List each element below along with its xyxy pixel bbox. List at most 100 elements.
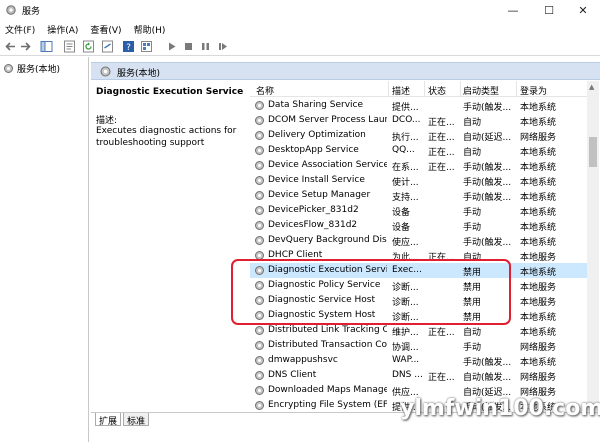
column-header-name[interactable]: 名称 <box>256 84 274 97</box>
service-startup-type: 自动 <box>463 328 482 338</box>
service-name: Downloaded Maps Manager <box>268 385 387 395</box>
menu-help[interactable]: 帮助(H) <box>129 23 166 36</box>
help-icon[interactable]: ? <box>122 40 135 53</box>
service-description: 在系... <box>392 163 419 173</box>
service-row[interactable]: DCOM Server Process Laun... DCO... 正在... 自动… <box>250 113 587 128</box>
main-header-title: 服务(本地) <box>117 69 161 79</box>
column-header-status[interactable]: 状态 <box>428 84 446 97</box>
service-name: Data Sharing Service <box>268 100 364 110</box>
service-log-on-as: 本地系统 <box>520 163 557 173</box>
menu-view[interactable]: 查看(V) <box>85 23 121 36</box>
services-app-icon <box>6 5 16 15</box>
service-status: 正在... <box>428 328 455 338</box>
service-gear-icon <box>255 356 264 365</box>
service-row[interactable]: Device Install Service 使计... 手动(触发... 本地系统 <box>250 173 587 188</box>
stop-service-icon[interactable] <box>182 40 195 53</box>
service-startup-type: 手动(触发... <box>463 163 512 173</box>
service-row[interactable]: Device Association Service 在系... 正在... 手动(触… <box>250 158 587 173</box>
service-name: DHCP Client <box>268 250 323 260</box>
forward-arrow-icon[interactable] <box>19 40 32 53</box>
service-row[interactable]: Data Sharing Service 提供... 手动(触发... 本地系统 <box>250 98 587 113</box>
column-divider[interactable] <box>424 81 425 97</box>
service-description: 为此... <box>392 253 419 263</box>
column-divider[interactable] <box>388 81 389 97</box>
sort-ascending-icon: ⌃ <box>317 81 325 87</box>
scrollbar-thumb[interactable] <box>589 137 597 167</box>
description-pane: Diagnostic Execution Service 描述: Execute… <box>91 81 249 411</box>
svg-text:?: ? <box>126 43 131 53</box>
service-row[interactable]: Diagnostic System Host 诊断... 禁用 本地系统 <box>250 308 587 323</box>
column-divider[interactable] <box>516 81 517 97</box>
service-description: Exec... <box>392 265 422 275</box>
service-gear-icon <box>255 161 264 170</box>
service-row[interactable]: Diagnostic Execution Service Exec... 禁用 本地系… <box>250 263 587 278</box>
export-list-icon[interactable] <box>101 40 114 53</box>
maximize-button[interactable]: ☐ <box>532 0 566 20</box>
service-log-on-as: 本地服务 <box>520 253 557 263</box>
pause-service-icon[interactable] <box>199 40 212 53</box>
tab-standard[interactable]: 标准 <box>123 413 150 427</box>
service-description: DNS ... <box>392 370 422 380</box>
service-row[interactable]: DevicesFlow_831d2 设备 手动 本地系统 <box>250 218 587 233</box>
service-gear-icon <box>255 386 264 395</box>
service-row[interactable]: Device Setup Manager 支持... 手动(触发... 本地系统 <box>250 188 587 203</box>
services-gear-icon <box>4 64 13 73</box>
main-header: 服务(本地) <box>91 62 600 80</box>
service-row[interactable]: DNS Client DNS ... 正在... 自动(触发... 网络服务 <box>250 368 587 383</box>
services-gear-icon <box>100 66 111 77</box>
service-gear-icon <box>255 326 264 335</box>
service-startup-type: 禁用 <box>463 283 482 293</box>
service-row[interactable]: DevQuery Background Disc... 使应... 手动(触发...… <box>250 233 587 248</box>
service-row[interactable]: Distributed Link Tracking Cl... 维护... 正在..… <box>250 323 587 338</box>
service-gear-icon <box>255 236 264 245</box>
menu-bar: 文件(F) 操作(A) 查看(V) 帮助(H) <box>0 21 600 37</box>
service-startup-type: 自动 <box>463 148 482 158</box>
menu-file[interactable]: 文件(F) <box>0 23 35 36</box>
service-name: Diagnostic System Host <box>268 310 376 320</box>
service-log-on-as: 本地系统 <box>520 178 557 188</box>
service-name: Distributed Link Tracking Cl... <box>268 325 387 335</box>
service-log-on-as: 本地系统 <box>520 238 557 248</box>
service-log-on-as: 网络服务 <box>520 343 557 353</box>
column-divider[interactable] <box>460 81 461 97</box>
menu-action[interactable]: 操作(A) <box>42 23 78 36</box>
service-description: 执行... <box>392 133 419 143</box>
back-arrow-icon[interactable] <box>4 40 17 53</box>
service-status: 正在... <box>428 373 455 383</box>
start-service-icon[interactable] <box>165 40 178 53</box>
tab-extended[interactable]: 扩展 <box>95 413 122 427</box>
service-name: Encrypting File System (EFS) <box>268 400 387 410</box>
service-log-on-as: 本地系统 <box>520 148 557 158</box>
service-row[interactable]: Delivery Optimization 执行... 正在... 自动(延迟... 网… <box>250 128 587 143</box>
service-startup-type: 手动 <box>463 343 482 353</box>
column-header-description[interactable]: 描述 <box>392 84 410 97</box>
service-row[interactable]: Distributed Transaction Coo... 协调... 手动 网络服… <box>250 338 587 353</box>
service-gear-icon <box>255 101 264 110</box>
refresh-icon[interactable] <box>82 40 95 53</box>
service-row[interactable]: Diagnostic Service Host 诊断... 禁用 本地服务 <box>250 293 587 308</box>
column-header-log-on-as[interactable]: 登录为 <box>520 84 547 97</box>
service-startup-type: 手动(触发... <box>463 238 512 248</box>
console-tree-icon[interactable] <box>40 40 53 53</box>
list-header: ⌃ 名称 描述 状态 启动类型 登录为 <box>250 81 587 97</box>
restart-service-icon[interactable] <box>216 40 229 53</box>
watermark-text: ylmfwin100.com <box>400 396 600 421</box>
scroll-up-arrow-icon[interactable]: ▲ <box>589 83 594 91</box>
tree-item-services-local[interactable]: 服务(本地) <box>3 62 60 75</box>
service-description: DCO... <box>392 115 421 125</box>
service-row[interactable]: DevicePicker_831d2 设备 手动 本地系统 <box>250 203 587 218</box>
close-button[interactable]: ✕ <box>566 0 600 20</box>
service-name: DevicePicker_831d2 <box>268 205 359 215</box>
service-row[interactable]: dmwappushsvc WAP... 手动(触发... 本地系统 <box>250 353 587 368</box>
service-startup-type: 禁用 <box>463 313 482 323</box>
service-gear-icon <box>255 281 264 290</box>
service-log-on-as: 本地系统 <box>520 313 557 323</box>
service-row[interactable]: DHCP Client 为此... 正在... 自动 本地服务 <box>250 248 587 263</box>
vertical-scrollbar[interactable]: ▲ <box>587 81 599 411</box>
service-row[interactable]: Diagnostic Policy Service 诊断... 禁用 本地服务 <box>250 278 587 293</box>
column-header-startup-type[interactable]: 启动类型 <box>463 84 499 97</box>
minimize-button[interactable]: — <box>496 0 530 20</box>
properties-sheet-icon[interactable] <box>63 40 76 53</box>
service-row[interactable]: DesktopApp Service QQ... 正在... 自动 本地系统 <box>250 143 587 158</box>
view-icon[interactable] <box>140 40 153 53</box>
